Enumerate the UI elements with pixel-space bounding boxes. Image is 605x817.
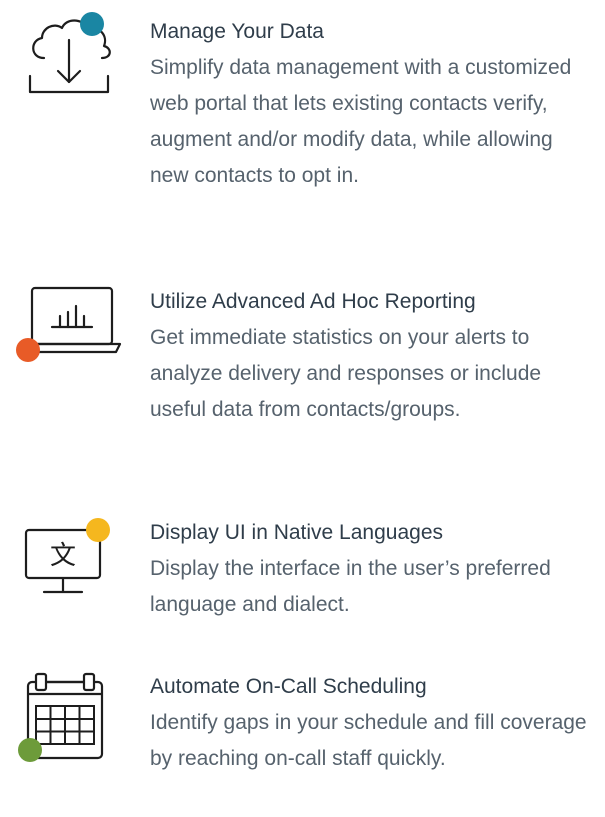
feature-text: Utilize Advanced Ad Hoc Reporting Get im… (150, 284, 600, 428)
feature-description: Get immediate statistics on your alerts … (150, 326, 542, 421)
feature-description: Simplify data management with a customiz… (150, 56, 572, 187)
calendar-icon (18, 670, 122, 762)
cloud-download-icon (18, 10, 122, 98)
feature-text: Display UI in Native Languages Display t… (150, 515, 600, 623)
feature-text: Manage Your Data Simplify data managemen… (150, 14, 600, 194)
feature-title: Display UI in Native Languages (150, 521, 443, 544)
feature-description: Identify gaps in your schedule and fill … (150, 711, 587, 770)
feature-title: Utilize Advanced Ad Hoc Reporting (150, 290, 476, 313)
laptop-chart-icon (16, 282, 122, 370)
monitor-language-icon: 文 (18, 512, 122, 600)
language-glyph: 文 (50, 541, 76, 571)
feature-text: Automate On-Call Scheduling Identify gap… (150, 669, 600, 777)
feature-title: Automate On-Call Scheduling (150, 675, 427, 698)
feature-description: Display the interface in the user’s pref… (150, 557, 551, 616)
feature-title: Manage Your Data (150, 20, 324, 43)
feature-list: Manage Your Data Simplify data managemen… (0, 0, 605, 817)
